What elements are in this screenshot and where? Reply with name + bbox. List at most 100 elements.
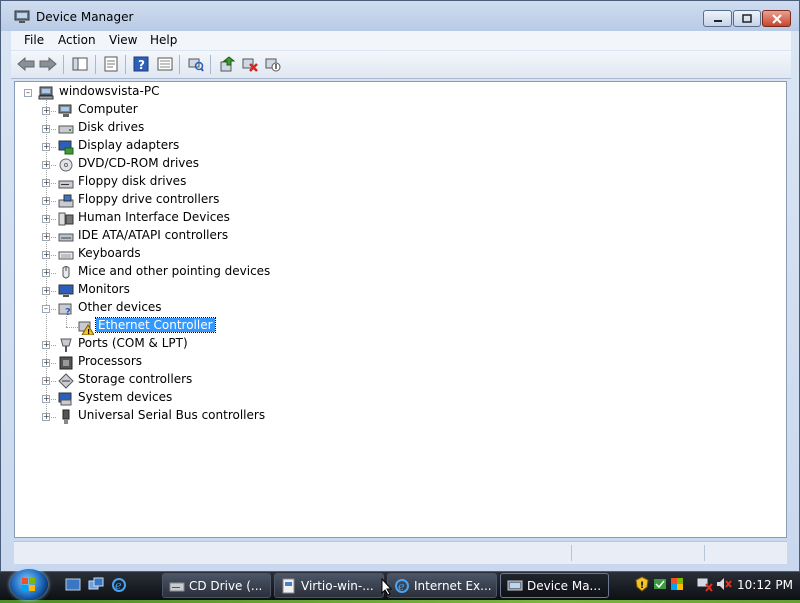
floppy-controller-icon <box>58 194 74 208</box>
security-center-icon[interactable] <box>652 576 668 592</box>
minimize-button[interactable] <box>703 10 732 27</box>
expander-keyboards[interactable]: + <box>42 251 50 259</box>
volume-muted-icon[interactable] <box>716 576 732 592</box>
taskbar-item-label: Virtio-win-... <box>301 579 374 593</box>
window-title: Device Manager <box>36 10 134 24</box>
svg-text:!: ! <box>640 581 644 591</box>
expander-processors[interactable]: + <box>42 359 50 367</box>
menu-view[interactable]: View <box>109 33 137 47</box>
taskbar-item-label: Internet Ex... <box>414 579 492 593</box>
tree-item-disk-drives[interactable]: Disk drives <box>78 120 144 134</box>
properties-button[interactable] <box>102 55 120 73</box>
processor-icon <box>59 356 73 370</box>
update-driver-icon <box>220 56 235 72</box>
toolbar-separator <box>179 55 180 74</box>
system-devices-icon <box>58 392 72 406</box>
expander-other-devices[interactable]: – <box>42 305 50 313</box>
title-bar[interactable]: Device Manager <box>1 1 799 31</box>
tree-item-dvd-cd-rom-drives[interactable]: DVD/CD-ROM drives <box>78 156 199 170</box>
tree-item-mice-and-other-pointing-devices[interactable]: Mice and other pointing devices <box>78 264 270 278</box>
windows-logo-icon <box>22 578 35 591</box>
uninstall-button[interactable] <box>241 55 259 73</box>
expander-display-adapters[interactable]: + <box>42 143 50 151</box>
menu-file[interactable]: File <box>24 33 44 47</box>
view-icon <box>157 57 173 71</box>
forward-arrow-icon <box>39 57 57 71</box>
minimize-icon <box>713 19 722 22</box>
expander-floppy-drive-controllers[interactable]: + <box>42 197 50 205</box>
storage-controller-icon <box>58 373 74 389</box>
disable-button[interactable] <box>264 55 282 73</box>
tree-item-monitors[interactable]: Monitors <box>78 282 130 296</box>
tree-item-processors[interactable]: Processors <box>78 354 142 368</box>
tree-item-ide-ata-atapi-controllers[interactable]: IDE ATA/ATAPI controllers <box>78 228 228 242</box>
uninstall-icon <box>242 58 258 72</box>
tree-root-label[interactable]: windowsvista-PC <box>59 84 159 98</box>
tree-item-ethernet-controller[interactable]: Ethernet Controller <box>95 317 216 333</box>
taskbar-item-virtio-win[interactable]: Virtio-win-... <box>274 573 384 598</box>
tree-item-universal-serial-bus-controllers[interactable]: Universal Serial Bus controllers <box>78 408 265 422</box>
tree-item-floppy-disk-drives[interactable]: Floppy disk drives <box>78 174 186 188</box>
expander-dvd-cd-rom-drives[interactable]: + <box>42 161 50 169</box>
tree-item-display-adapters[interactable]: Display adapters <box>78 138 179 152</box>
taskbar-item-cd-drive[interactable]: CD Drive (... <box>162 573 271 598</box>
taskbar-item-internet-explorer[interactable]: e Internet Ex... <box>387 573 497 598</box>
expander-monitors[interactable]: + <box>42 287 50 295</box>
dvd-drive-icon <box>59 158 73 172</box>
tree-item-keyboards[interactable]: Keyboards <box>78 246 141 260</box>
network-icon[interactable] <box>697 576 713 592</box>
expander-computer[interactable]: + <box>42 107 50 115</box>
device-manager-icon <box>507 580 523 591</box>
view-button[interactable] <box>156 55 174 73</box>
root-expander[interactable]: – <box>24 89 32 97</box>
ide-controller-icon <box>58 233 74 242</box>
internet-explorer-icon[interactable]: e <box>111 577 127 593</box>
switch-windows-icon[interactable] <box>88 577 104 593</box>
device-manager-icon <box>14 10 30 23</box>
show-desktop-icon[interactable] <box>65 577 81 593</box>
tree-item-storage-controllers[interactable]: Storage controllers <box>78 372 192 386</box>
tree-item-other-devices[interactable]: Other devices <box>78 300 162 314</box>
taskbar-item-device-manager[interactable]: Device Ma... <box>500 573 609 598</box>
expander-ports-com-lpt[interactable]: + <box>42 341 50 349</box>
menu-action[interactable]: Action <box>58 33 96 47</box>
svg-text:e: e <box>398 580 405 593</box>
expander-disk-drives[interactable]: + <box>42 125 50 133</box>
mouse-icon <box>62 266 70 279</box>
close-button[interactable] <box>762 10 791 27</box>
expander-universal-serial-bus-controllers[interactable]: + <box>42 413 50 421</box>
update-driver-button[interactable] <box>218 55 236 73</box>
display-adapter-icon <box>58 140 74 155</box>
maximize-button[interactable] <box>733 10 761 27</box>
forward-button[interactable] <box>39 55 57 73</box>
windows-defender-icon[interactable] <box>669 576 685 592</box>
tree-item-ports-com-lpt[interactable]: Ports (COM & LPT) <box>78 336 188 350</box>
menu-bar: File Action View Help <box>11 31 791 50</box>
expander-ide-ata-atapi-controllers[interactable]: + <box>42 233 50 241</box>
hid-icon <box>58 212 74 226</box>
toolbar: ? <box>11 51 791 79</box>
expander-mice-and-other-pointing-devices[interactable]: + <box>42 269 50 277</box>
close-icon <box>771 13 782 24</box>
system-clock[interactable]: 10:12 PM <box>737 578 793 592</box>
show-hide-console-tree-button[interactable] <box>71 55 89 73</box>
tree-item-floppy-drive-controllers[interactable]: Floppy drive controllers <box>78 192 219 206</box>
expander-storage-controllers[interactable]: + <box>42 377 50 385</box>
floppy-disk-icon <box>58 180 74 189</box>
start-button[interactable] <box>10 569 48 600</box>
expander-system-devices[interactable]: + <box>42 395 50 403</box>
back-button[interactable] <box>17 55 35 73</box>
menu-help[interactable]: Help <box>150 33 177 47</box>
internet-explorer-icon: e <box>395 579 409 593</box>
security-warning-icon[interactable]: ! <box>634 576 650 592</box>
device-tree[interactable]: – windowsvista-PC + Computer + Disk drives +… <box>14 81 787 538</box>
keyboard-icon <box>58 251 74 260</box>
help-button[interactable]: ? <box>132 55 150 73</box>
expander-human-interface-devices[interactable]: + <box>42 215 50 223</box>
tree-item-system-devices[interactable]: System devices <box>78 390 172 404</box>
expander-floppy-disk-drives[interactable]: + <box>42 179 50 187</box>
tree-item-human-interface-devices[interactable]: Human Interface Devices <box>78 210 230 224</box>
scan-hardware-button[interactable] <box>187 55 205 73</box>
svg-text:!: ! <box>87 328 90 335</box>
tree-item-computer[interactable]: Computer <box>78 102 138 116</box>
